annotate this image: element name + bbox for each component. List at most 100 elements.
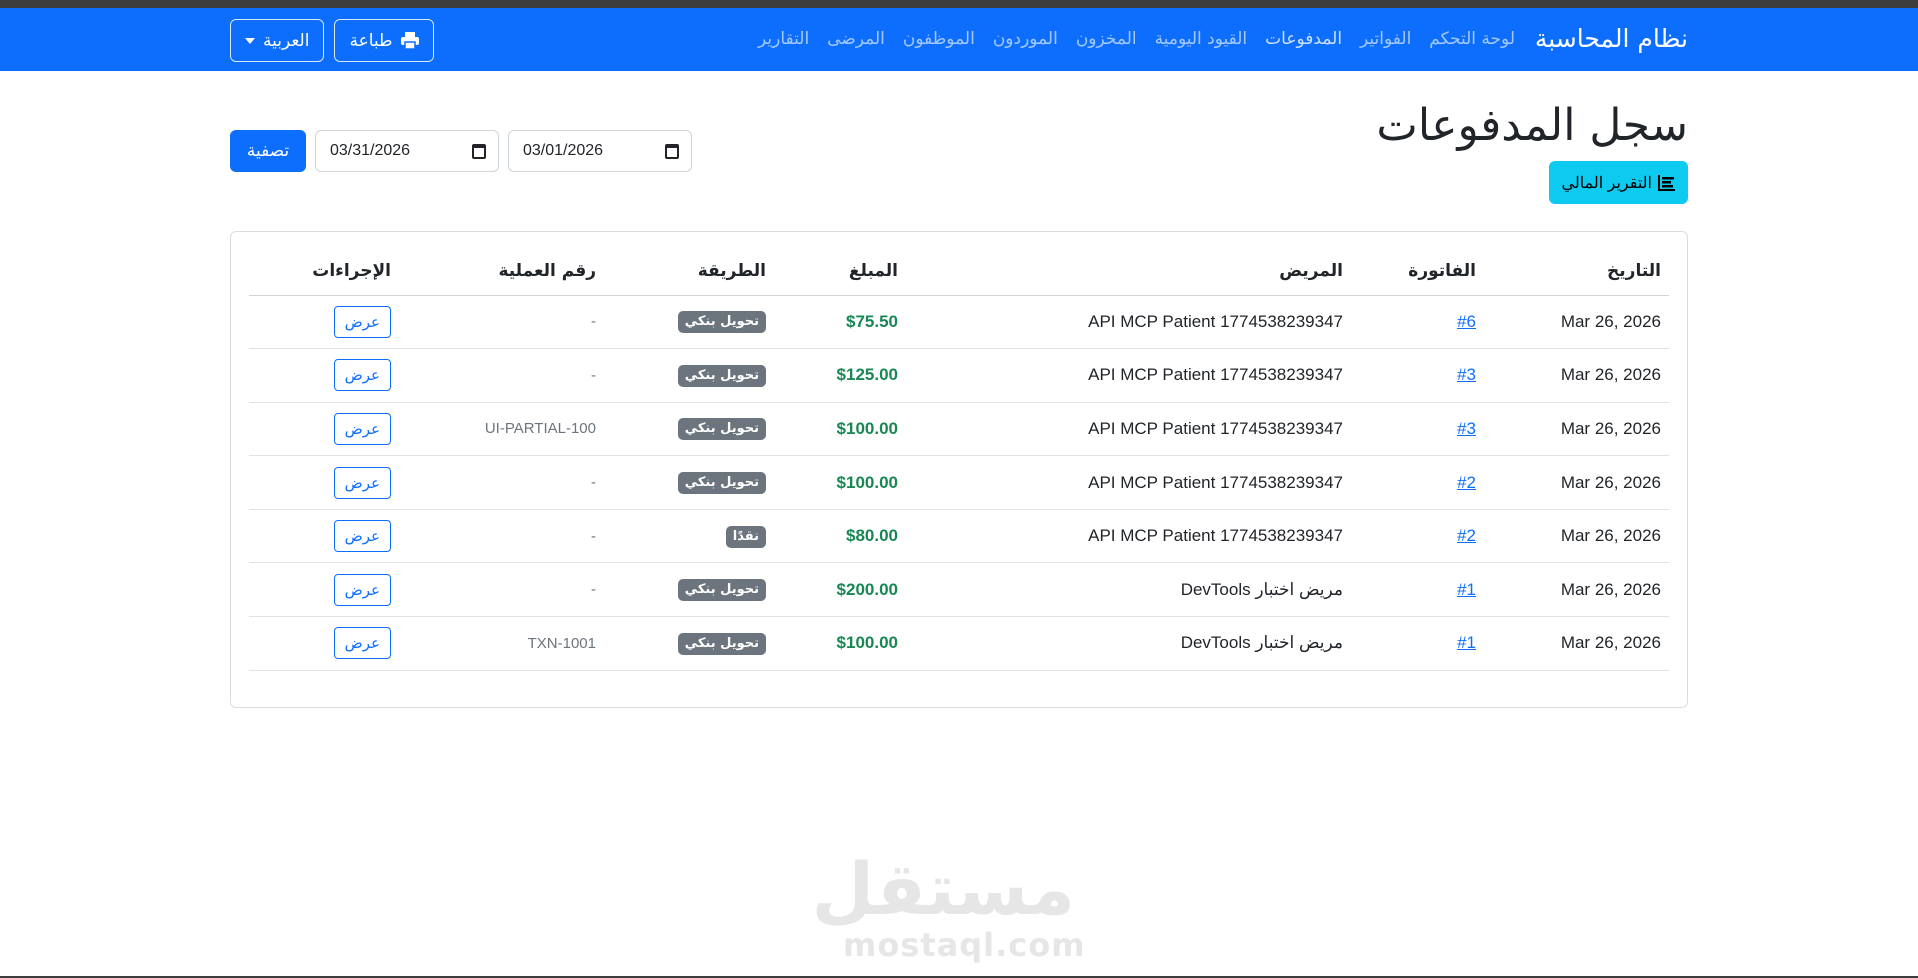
filter-button[interactable]: تصفية — [230, 130, 306, 172]
calendar-icon[interactable] — [665, 143, 679, 159]
cell-transaction-number: - — [399, 509, 604, 564]
table-row: Mar 26, 2026 #1 مريض اختبار DevTools $20… — [249, 562, 1669, 618]
cell-transaction-number: - — [399, 455, 604, 510]
view-button[interactable]: عرض — [333, 573, 391, 606]
cell-date: Mar 26, 2026 — [1484, 402, 1669, 457]
cell-actions: عرض — [249, 455, 399, 510]
navbar-brand[interactable]: نظام المحاسبة — [1535, 22, 1688, 56]
cell-transaction-number: - — [399, 562, 604, 618]
cell-patient: API MCP Patient 1774538239347 — [906, 509, 1351, 564]
cell-invoice: #3 — [1351, 348, 1484, 403]
calendar-icon[interactable] — [472, 143, 486, 159]
navbar-actions: طباعة العربية — [230, 19, 434, 62]
cell-date: Mar 26, 2026 — [1484, 295, 1669, 350]
nav-link-dashboard[interactable]: لوحة التحكم — [1420, 28, 1524, 50]
cell-date: Mar 26, 2026 — [1484, 509, 1669, 564]
method-badge: تحويل بنكي — [677, 472, 766, 495]
method-badge: تحويل بنكي — [677, 418, 766, 441]
nav-link-patients[interactable]: المرضى — [818, 28, 894, 50]
cell-transaction-number: TXN-1001 — [399, 616, 604, 671]
to-date-value: 03/31/2026 — [330, 142, 411, 159]
table-row: Mar 26, 2026 #2 API MCP Patient 17745382… — [249, 455, 1669, 510]
cell-invoice: #1 — [1351, 616, 1484, 671]
nav-link-inventory[interactable]: المخزون — [1067, 28, 1146, 50]
printer-icon — [400, 32, 419, 49]
table-row: Mar 26, 2026 #2 API MCP Patient 17745382… — [249, 509, 1669, 564]
view-button[interactable]: عرض — [333, 627, 391, 660]
cell-invoice: #2 — [1351, 455, 1484, 510]
view-button[interactable]: عرض — [333, 466, 391, 499]
header-patient: المريض — [906, 248, 1351, 296]
cell-invoice: #3 — [1351, 402, 1484, 457]
cell-method: تحويل بنكي — [604, 616, 774, 671]
nav-link-journal-entries[interactable]: القيود اليومية — [1146, 28, 1257, 50]
cell-transaction-number: UI-PARTIAL-100 — [399, 402, 604, 457]
nav-link-suppliers[interactable]: الموردون — [984, 28, 1067, 50]
from-date-input[interactable]: 03/01/2026 — [508, 130, 692, 172]
window-top-strip — [0, 0, 1918, 8]
chart-list-icon — [1658, 174, 1675, 191]
cell-invoice: #1 — [1351, 562, 1484, 618]
language-dropdown[interactable]: العربية — [230, 19, 325, 62]
nav-links: لوحة التحكم الفواتير المدفوعات القيود ال… — [749, 28, 1524, 50]
table-row: Mar 26, 2026 #1 مريض اختبار DevTools $10… — [249, 616, 1669, 671]
header-method: الطريقة — [604, 248, 774, 296]
cell-date: Mar 26, 2026 — [1484, 348, 1669, 403]
to-date-input[interactable]: 03/31/2026 — [315, 130, 499, 172]
method-badge: تحويل بنكي — [677, 364, 766, 387]
nav-link-invoices[interactable]: الفواتير — [1351, 28, 1420, 50]
cell-patient: API MCP Patient 1774538239347 — [906, 348, 1351, 403]
view-button[interactable]: عرض — [333, 359, 391, 392]
language-label: العربية — [263, 30, 310, 51]
payments-table: التاريخ الفاتورة المريض المبلغ الطريقة ر… — [249, 248, 1669, 671]
cell-amount: $125.00 — [774, 348, 906, 403]
cell-actions: عرض — [249, 348, 399, 403]
invoice-link[interactable]: #3 — [1457, 365, 1476, 384]
watermark-domain: mostaql.com — [843, 926, 1086, 964]
cell-patient: API MCP Patient 1774538239347 — [906, 402, 1351, 457]
view-button[interactable]: عرض — [333, 305, 391, 338]
cell-date: Mar 26, 2026 — [1484, 455, 1669, 510]
header-date: التاريخ — [1484, 248, 1669, 296]
cell-method: تحويل بنكي — [604, 562, 774, 618]
cell-patient: API MCP Patient 1774538239347 — [906, 455, 1351, 510]
cell-amount: $100.00 — [774, 616, 906, 671]
cell-method: تحويل بنكي — [604, 348, 774, 403]
table-row: Mar 26, 2026 #3 API MCP Patient 17745382… — [249, 402, 1669, 457]
cell-patient: API MCP Patient 1774538239347 — [906, 295, 1351, 350]
cell-method: تحويل بنكي — [604, 295, 774, 350]
view-button[interactable]: عرض — [333, 520, 391, 553]
financial-report-button[interactable]: التقرير المالي — [1548, 161, 1688, 204]
method-badge: تحويل بنكي — [677, 579, 766, 602]
cell-date: Mar 26, 2026 — [1484, 562, 1669, 618]
cell-amount: $80.00 — [774, 509, 906, 564]
cell-method: تحويل بنكي — [604, 402, 774, 457]
header-actions: الإجراءات — [249, 248, 399, 296]
nav-link-employees[interactable]: الموظفون — [894, 28, 984, 50]
from-date-value: 03/01/2026 — [523, 142, 604, 159]
cell-actions: عرض — [249, 562, 399, 618]
invoice-link[interactable]: #2 — [1457, 473, 1476, 492]
page-title: سجل المدفوعات — [1376, 100, 1688, 151]
cell-amount: $75.50 — [774, 295, 906, 350]
method-badge: تحويل بنكي — [677, 311, 766, 334]
view-button[interactable]: عرض — [333, 412, 391, 445]
financial-report-label: التقرير المالي — [1561, 174, 1652, 192]
table-header-row: التاريخ الفاتورة المريض المبلغ الطريقة ر… — [249, 248, 1669, 296]
header-invoice: الفاتورة — [1351, 248, 1484, 296]
nav-link-payments[interactable]: المدفوعات — [1256, 28, 1351, 50]
invoice-link[interactable]: #3 — [1457, 419, 1476, 438]
caret-down-icon — [245, 37, 255, 44]
invoice-link[interactable]: #2 — [1457, 526, 1476, 545]
cell-patient: مريض اختبار DevTools — [906, 562, 1351, 618]
table-row: Mar 26, 2026 #6 API MCP Patient 17745382… — [249, 295, 1669, 350]
top-navbar: نظام المحاسبة لوحة التحكم الفواتير المدف… — [0, 8, 1918, 71]
invoice-link[interactable]: #6 — [1457, 312, 1476, 331]
nav-link-reports[interactable]: التقارير — [749, 28, 818, 50]
invoice-link[interactable]: #1 — [1457, 580, 1476, 599]
cell-patient: مريض اختبار DevTools — [906, 616, 1351, 671]
cell-transaction-number: - — [399, 348, 604, 403]
cell-invoice: #2 — [1351, 509, 1484, 564]
invoice-link[interactable]: #1 — [1457, 633, 1476, 652]
print-button[interactable]: طباعة — [334, 19, 434, 62]
